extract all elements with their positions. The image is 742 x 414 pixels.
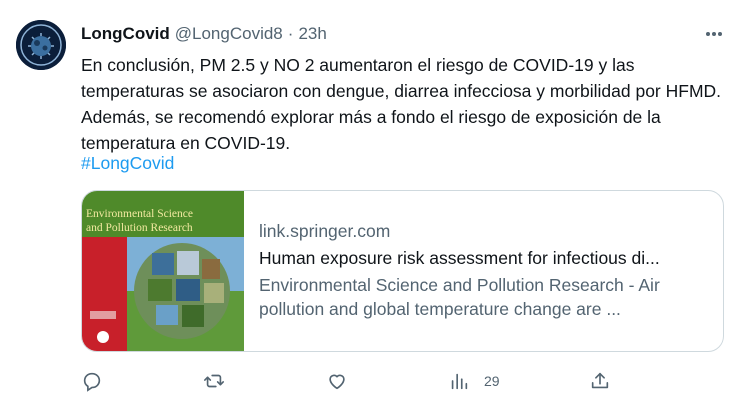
card-text: link.springer.com Human exposure risk as… bbox=[259, 219, 711, 321]
views-chart-icon bbox=[448, 370, 470, 392]
tweet-text: En conclusión, PM 2.5 y NO 2 aumentaron … bbox=[81, 55, 722, 153]
journal-title-line1: Environmental Science bbox=[86, 208, 193, 220]
views-button[interactable]: 29 bbox=[448, 368, 500, 394]
card-domain: link.springer.com bbox=[259, 221, 391, 241]
link-preview-card[interactable]: Environmental Science and Pollution Rese… bbox=[81, 190, 724, 352]
separator-dot: · bbox=[287, 24, 294, 43]
hashtag-link[interactable]: #LongCovid bbox=[81, 151, 174, 175]
journal-cover-image: Environmental Science and Pollution Rese… bbox=[82, 191, 244, 351]
views-count: 29 bbox=[484, 373, 500, 389]
more-horizontal-icon[interactable] bbox=[702, 24, 726, 44]
user-handle[interactable]: @LongCovid8 bbox=[175, 24, 283, 44]
share-button[interactable] bbox=[589, 368, 611, 394]
display-name[interactable]: LongCovid bbox=[81, 24, 170, 44]
reply-icon bbox=[81, 370, 103, 392]
tweet[interactable]: LongCovid @LongCovid8 · 23h En conclusió… bbox=[0, 0, 742, 414]
timestamp[interactable]: 23h bbox=[298, 24, 326, 44]
heart-icon bbox=[326, 370, 348, 392]
avatar[interactable] bbox=[16, 20, 66, 70]
card-description: Environmental Science and Pollution Rese… bbox=[259, 275, 660, 319]
journal-title-line2: and Pollution Research bbox=[86, 222, 193, 234]
tweet-header: LongCovid @LongCovid8 · 23h bbox=[81, 23, 327, 45]
retweet-button[interactable] bbox=[203, 368, 225, 394]
reply-button[interactable] bbox=[81, 368, 103, 394]
tweet-actions: 29 bbox=[81, 368, 621, 394]
share-icon bbox=[589, 370, 611, 392]
retweet-icon bbox=[203, 370, 225, 392]
card-title: Human exposure risk assessment for infec… bbox=[259, 248, 660, 268]
like-button[interactable] bbox=[326, 368, 348, 394]
